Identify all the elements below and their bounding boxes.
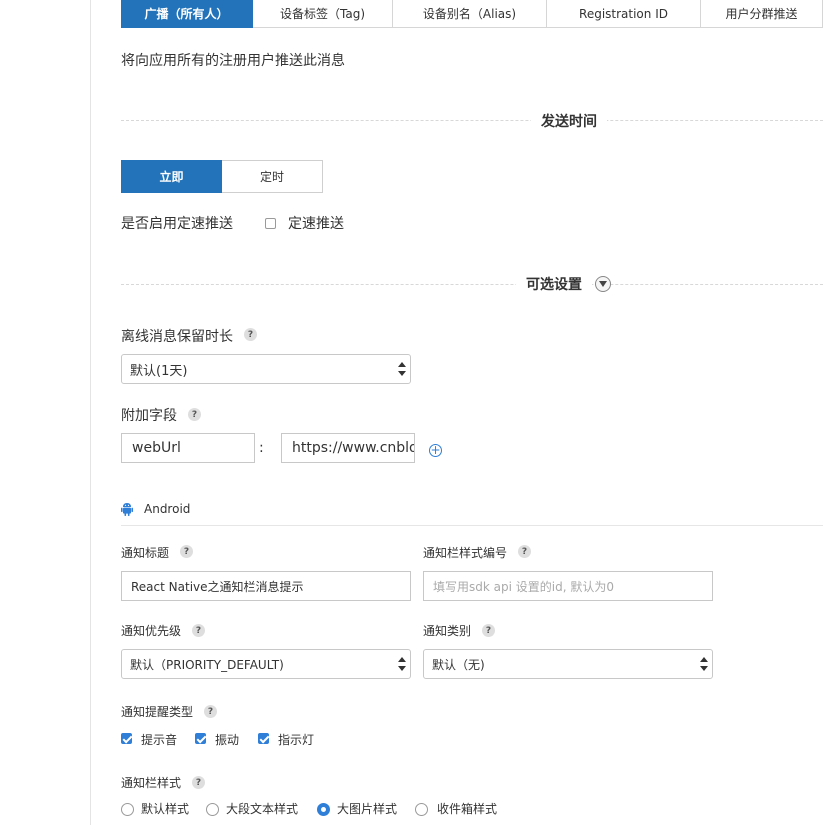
extra-key-input[interactable]: webUrl — [121, 433, 255, 463]
style-id-label: 通知栏样式编号 — [423, 546, 508, 560]
chevron-down-icon[interactable] — [595, 276, 611, 292]
select-arrows-icon — [398, 657, 406, 671]
bar-style-inbox-radio[interactable] — [415, 803, 428, 816]
extra-separator: : — [259, 440, 264, 456]
rate-limit-question: 是否启用定速推送 — [121, 216, 233, 232]
alert-light-checkbox[interactable] — [258, 733, 269, 744]
rate-limit-label: 定速推送 — [288, 216, 344, 232]
bar-style-bigtext-radio[interactable] — [206, 803, 219, 816]
help-icon[interactable]: ? — [180, 545, 193, 558]
style-id-input[interactable]: 填写用sdk api 设置的id, 默认为0 — [423, 571, 713, 601]
bar-style-default-label: 默认样式 — [141, 802, 190, 816]
notification-title-label: 通知标题 — [121, 546, 170, 560]
help-icon[interactable]: ? — [518, 545, 531, 558]
bar-style-label: 通知栏样式 — [121, 776, 182, 790]
style-id-placeholder: 填写用sdk api 设置的id, 默认为0 — [433, 579, 614, 594]
optional-divider — [121, 284, 823, 285]
android-icon — [121, 503, 133, 516]
alert-vibrate-label: 振动 — [215, 733, 240, 747]
help-icon[interactable]: ? — [192, 624, 205, 637]
alert-light-label: 指示灯 — [278, 733, 315, 747]
tab-tag[interactable]: 设备标签（Tag) — [253, 0, 393, 28]
help-icon[interactable]: ? — [244, 328, 257, 341]
select-arrows-icon — [398, 362, 406, 376]
broadcast-note: 将向应用所有的注册用户推送此消息 — [121, 53, 345, 69]
android-label: Android — [144, 502, 191, 516]
alert-sound-checkbox[interactable] — [121, 733, 132, 744]
rate-limit-checkbox[interactable] — [265, 218, 276, 229]
alert-type-label: 通知提醒类型 — [121, 705, 194, 719]
notification-title-value: React Native之通知栏消息提示 — [131, 579, 304, 594]
help-icon[interactable]: ? — [204, 705, 217, 718]
send-scheduled-button[interactable]: 定时 — [222, 160, 323, 193]
send-time-heading: 发送时间 — [531, 111, 607, 131]
help-icon[interactable]: ? — [188, 408, 201, 421]
send-now-button[interactable]: 立即 — [121, 160, 222, 193]
bar-style-bigtext-label: 大段文本样式 — [226, 802, 299, 816]
audience-tabs: 广播（所有人） 设备标签（Tag) 设备别名（Alias) Registrati… — [121, 0, 823, 28]
bar-style-inbox-label: 收件箱样式 — [437, 802, 498, 816]
priority-value: 默认（PRIORITY_DEFAULT) — [130, 657, 284, 672]
extra-value-input[interactable]: https://www.cnblog — [281, 433, 415, 463]
tab-alias[interactable]: 设备别名（Alias) — [393, 0, 547, 28]
offline-label: 离线消息保留时长 — [121, 329, 233, 345]
offline-duration-value: 默认(1天) — [130, 363, 188, 379]
offline-duration-select[interactable]: 默认(1天) — [121, 354, 411, 384]
send-time-divider — [121, 120, 823, 121]
tab-broadcast[interactable]: 广播（所有人） — [121, 0, 253, 28]
alert-vibrate-checkbox[interactable] — [195, 733, 206, 744]
priority-select[interactable]: 默认（PRIORITY_DEFAULT) — [121, 649, 411, 679]
category-value: 默认（无) — [432, 657, 485, 672]
tab-segment[interactable]: 用户分群推送 — [701, 0, 823, 28]
tab-registration-id[interactable]: Registration ID — [547, 0, 701, 28]
extra-value-text: https://www.cnblog — [292, 440, 415, 456]
send-time-selector: 立即 定时 — [121, 160, 323, 193]
category-select[interactable]: 默认（无) — [423, 649, 713, 679]
bar-style-default-radio[interactable] — [121, 803, 134, 816]
alert-sound-label: 提示音 — [141, 733, 178, 747]
priority-label: 通知优先级 — [121, 624, 182, 638]
android-section-rule — [121, 525, 823, 526]
extra-fields-label: 附加字段 — [121, 408, 177, 424]
category-label: 通知类别 — [423, 624, 472, 638]
left-border — [90, 0, 91, 825]
bar-style-bigpicture-radio[interactable] — [317, 803, 330, 816]
help-icon[interactable]: ? — [482, 624, 495, 637]
bar-style-bigpicture-label: 大图片样式 — [337, 802, 398, 816]
optional-heading: 可选设置 — [516, 274, 592, 294]
add-field-icon[interactable]: + — [429, 444, 442, 457]
extra-key-value: webUrl — [132, 440, 181, 456]
select-arrows-icon — [700, 657, 708, 671]
help-icon[interactable]: ? — [192, 776, 205, 789]
notification-title-input[interactable]: React Native之通知栏消息提示 — [121, 571, 411, 601]
